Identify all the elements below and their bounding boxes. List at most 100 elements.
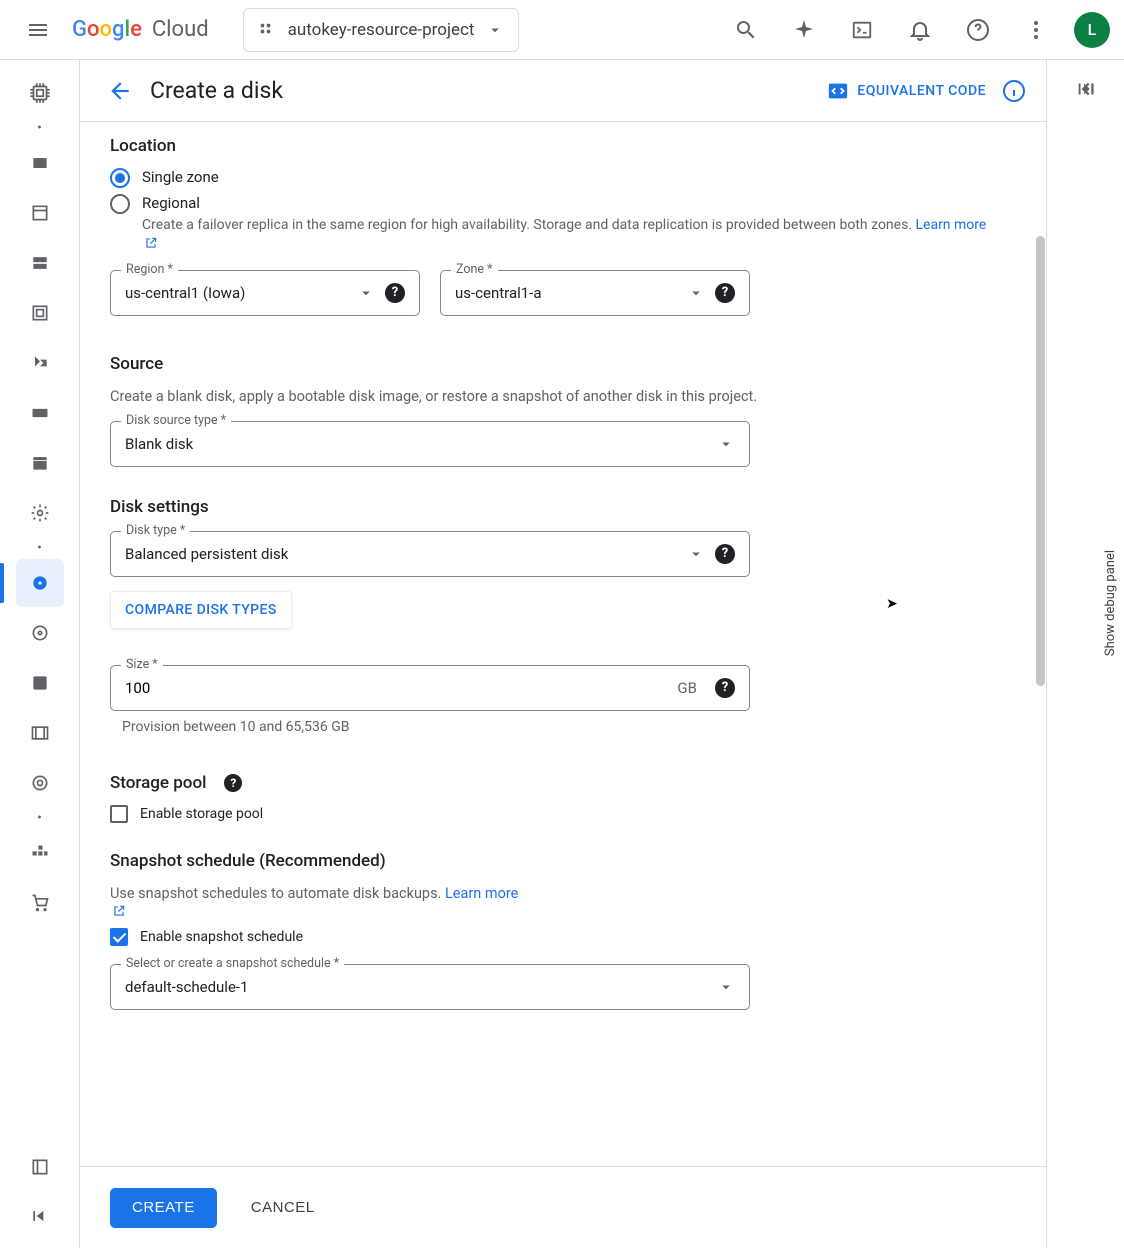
snapshot-schedule-label: Select or create a snapshot schedule * [121,956,344,971]
radio-unchecked-icon [110,194,130,214]
dropdown-icon [717,978,735,996]
equivalent-code-button[interactable]: EQUIVALENT CODE [827,80,986,102]
nav-item-images[interactable] [16,709,64,757]
nav-item-4[interactable] [16,289,64,337]
sparkle-icon [792,18,816,42]
regional-label: Regional [142,194,986,212]
hamburger-menu[interactable] [14,6,62,54]
snapshot-schedule-select[interactable]: Select or create a snapshot schedule * d… [110,964,750,1010]
right-collapse-button[interactable] [1075,78,1097,100]
radio-single-zone[interactable]: Single zone [110,168,1016,188]
migrate-icon [30,353,50,373]
hamburger-icon [26,18,50,42]
nav-compute[interactable] [16,69,64,117]
regional-description: Create a failover replica in the same re… [142,216,986,250]
project-picker[interactable]: autokey-resource-project [243,8,520,52]
disk-settings-heading: Disk settings [110,497,1016,517]
storage-pool-help[interactable]: ? [224,774,242,792]
region-value: us-central1 (Iowa) [125,284,357,302]
enable-storage-pool-label: Enable storage pool [140,806,263,822]
storage-pool-heading-row: Storage pool ? [110,773,1016,793]
calendar-icon [30,453,50,473]
nav-item-bare[interactable] [16,879,64,927]
nav-item-6[interactable] [16,389,64,437]
nav-item-3[interactable] [16,239,64,287]
scrollbar[interactable] [1036,236,1045,686]
cloud-shell-button[interactable] [838,6,886,54]
nav-item-storage[interactable] [16,609,64,657]
user-avatar[interactable]: L [1074,12,1110,48]
back-button[interactable] [100,71,140,111]
size-input[interactable] [125,679,677,697]
search-button[interactable] [722,6,770,54]
create-button[interactable]: CREATE [110,1188,217,1228]
external-link-icon [144,236,158,250]
gemini-button[interactable] [780,6,828,54]
nav-item-8[interactable] [16,489,64,537]
dropdown-icon [687,284,705,302]
dropdown-icon [717,435,735,453]
sole-tenant-icon [30,253,50,273]
group-icon [30,843,50,863]
nav-item-marketplace[interactable] [16,1143,64,1191]
disk-source-type-select[interactable]: Disk source type * Blank disk [110,421,750,467]
zone-help[interactable]: ? [715,283,735,303]
nav-item-1[interactable] [16,139,64,187]
nav-item-2[interactable] [16,189,64,237]
nav-item-5[interactable] [16,339,64,387]
code-icon [827,80,849,102]
source-type-value: Blank disk [125,435,717,453]
google-cloud-logo[interactable]: Google Cloud [72,17,209,42]
region-label: Region * [121,262,178,277]
radio-regional[interactable]: Regional Create a failover replica in th… [110,194,1016,250]
gear-icon [30,503,50,523]
zone-select[interactable]: Zone * us-central1-a ? [440,270,750,316]
zone-label: Zone * [451,262,498,277]
terminal-icon [851,19,873,41]
template-icon [30,203,50,223]
size-help[interactable]: ? [715,678,735,698]
radio-checked-icon [110,168,130,188]
expand-icon [30,1206,50,1226]
region-select[interactable]: Region * us-central1 (Iowa) ? [110,270,420,316]
nav-item-async[interactable] [16,759,64,807]
enable-snapshot-checkbox[interactable]: Enable snapshot schedule [110,928,1016,946]
nav-dot-2: • [16,538,64,558]
disk-type-select[interactable]: Disk type * Balanced persistent disk ? [110,531,750,577]
percent-icon [30,403,50,423]
bell-icon [908,18,932,42]
nav-item-snapshots[interactable] [16,659,64,707]
compare-disk-types-button[interactable]: COMPARE DISK TYPES [110,591,292,629]
cancel-button[interactable]: CANCEL [237,1189,329,1226]
storage-pool-heading: Storage pool [110,773,206,793]
more-button[interactable] [1012,6,1060,54]
notifications-button[interactable] [896,6,944,54]
nav-disks-active[interactable] [16,559,64,607]
main-content: Location Single zone Regional Create a f… [80,122,1046,1178]
nav-item-groups[interactable] [16,829,64,877]
dropdown-icon [357,284,375,302]
snapshot-heading: Snapshot schedule (Recommended) [110,851,1016,871]
info-button[interactable] [1002,79,1026,103]
nav-dot-3: • [16,808,64,828]
show-debug-panel[interactable]: Show debug panel [1101,540,1120,666]
nav-expand[interactable] [16,1192,64,1240]
enable-storage-pool-checkbox[interactable]: Enable storage pool [110,805,1016,823]
cursor-icon: ➤ [886,596,898,612]
equivalent-code-label: EQUIVALENT CODE [857,83,986,99]
server-icon [30,153,50,173]
single-zone-label: Single zone [142,168,219,186]
source-type-label: Disk source type * [121,413,231,428]
size-field[interactable]: Size * GB ? [110,665,750,711]
async-icon [30,773,50,793]
footer: CREATE CANCEL [80,1166,1046,1248]
image-icon [30,723,50,743]
storage-icon [30,623,50,643]
help-button[interactable] [954,6,1002,54]
region-help[interactable]: ? [385,283,405,303]
nav-item-7[interactable] [16,439,64,487]
project-dots-icon [258,21,276,39]
disk-type-help[interactable]: ? [715,544,735,564]
dropdown-icon [486,21,504,39]
page-title: Create a disk [150,77,283,104]
